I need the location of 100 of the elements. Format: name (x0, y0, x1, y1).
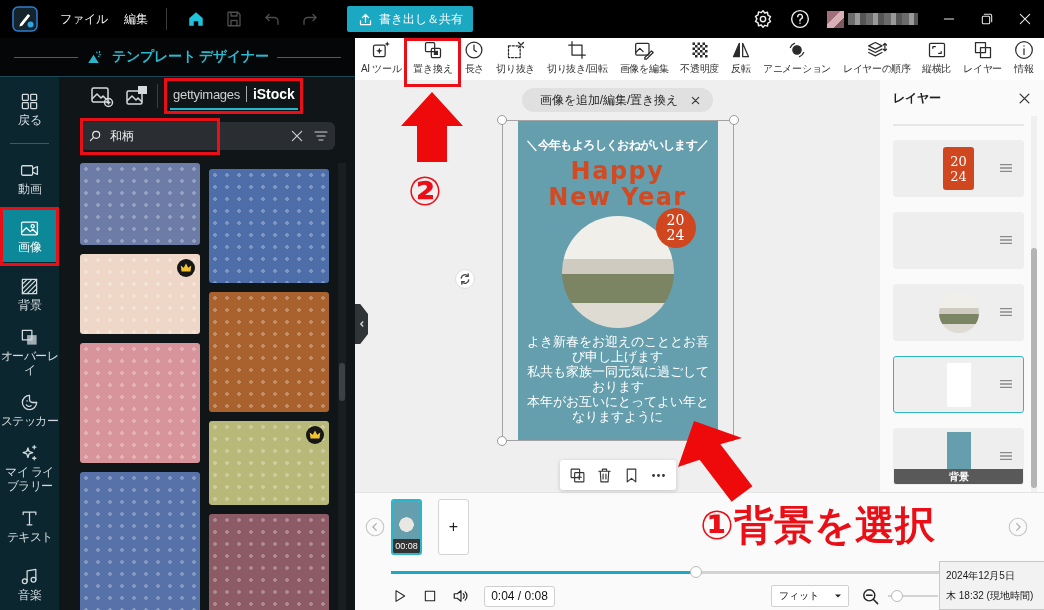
stop-icon[interactable] (422, 588, 438, 604)
clock-icon (464, 40, 485, 60)
tool-button[interactable]: 反転 (731, 38, 752, 80)
tool-button[interactable]: アニメーション (763, 38, 831, 80)
scrollbar-thumb[interactable] (339, 363, 345, 401)
slider-thumb[interactable] (690, 566, 702, 578)
nav-item[interactable]: マイ ライブラリー (0, 442, 59, 494)
card-preview (393, 501, 420, 539)
clip-duration: 00:08 (393, 539, 420, 553)
restore-icon[interactable] (979, 11, 995, 27)
tool-button[interactable]: 長さ (464, 38, 485, 80)
sticker-icon (20, 392, 39, 412)
greeting-text: ＼今年もよろしくおねがいします／ (526, 138, 709, 153)
scrollbar-thumb[interactable] (1031, 248, 1037, 488)
search-input[interactable]: 和柄 (102, 125, 281, 147)
overlap-squares-icon (972, 40, 993, 60)
search-field[interactable]: 和柄 (80, 122, 335, 150)
settings-icon[interactable] (753, 9, 773, 29)
flip-icon (731, 40, 752, 60)
menu-item[interactable]: ファイル (60, 10, 108, 28)
resize-handle[interactable] (496, 115, 507, 125)
blurred-avatar[interactable] (827, 10, 844, 28)
tool-button[interactable]: 切り抜き/回転 (547, 38, 608, 80)
close-icon[interactable] (1017, 11, 1033, 27)
hatched-square-icon (20, 276, 39, 296)
sparkle-icon (20, 443, 39, 463)
overlapping-squares-icon (422, 40, 443, 60)
trash-icon[interactable] (595, 466, 613, 484)
pattern-thumbnail[interactable] (80, 254, 200, 334)
highlight-frame (0, 207, 59, 266)
crop-icon (567, 40, 588, 60)
zoom-out-icon[interactable] (861, 586, 880, 606)
filter-icon[interactable] (313, 128, 329, 144)
nav-item[interactable]: テキスト (0, 500, 59, 552)
panel-title: レイヤー (893, 89, 941, 107)
tool-button[interactable]: レイヤーの順序 (843, 38, 911, 80)
crown-icon (306, 426, 324, 444)
image-badge-icon[interactable] (125, 84, 149, 108)
tool-button[interactable]: 置き換え (413, 38, 453, 80)
image-plus-icon[interactable] (90, 84, 114, 108)
collapse-handle[interactable] (355, 304, 368, 344)
app-logo-icon[interactable] (12, 6, 38, 32)
stock-source-tab[interactable]: gettyimages iStock (170, 80, 298, 110)
nav-item[interactable]: 背景 (0, 268, 59, 320)
callout-text: ①背景を選択 (700, 503, 935, 547)
resize-handle[interactable] (728, 115, 739, 125)
zoom-select[interactable]: フィット (771, 585, 849, 607)
tool-button[interactable]: 情報 (1014, 38, 1034, 80)
clear-icon[interactable] (289, 128, 305, 144)
nav-item[interactable]: 動画 (0, 152, 59, 204)
message-line: よき新春をお迎えのこととお喜び申し上げます (525, 334, 710, 364)
pattern-thumbnail[interactable] (80, 163, 200, 245)
year-badge-thumbnail: 20 24 (943, 147, 974, 190)
pattern-thumbnail[interactable] (80, 472, 200, 610)
year-badge: 20 24 (655, 208, 696, 248)
duplicate-icon[interactable] (568, 466, 586, 484)
volume-icon[interactable] (452, 587, 470, 605)
tool-button[interactable]: 画像を編集 (619, 38, 669, 80)
layer-item[interactable]: 背景 (893, 428, 1024, 485)
play-icon[interactable] (392, 588, 408, 604)
callout-arrow (401, 92, 463, 162)
help-icon[interactable] (790, 9, 810, 29)
info-icon (1014, 40, 1034, 60)
pattern-thumbnail[interactable] (209, 169, 329, 283)
chevron-left-icon[interactable] (365, 517, 385, 537)
time-display: 0:04 / 0:08 (484, 585, 555, 607)
pattern-thumbnail[interactable] (80, 343, 200, 463)
slider-thumb[interactable] (890, 590, 903, 602)
dashed-square-icon (505, 40, 526, 60)
nav-item[interactable]: 音楽 (0, 558, 59, 610)
nav-item[interactable]: オーバーレイ (0, 326, 59, 378)
home-icon[interactable] (187, 10, 205, 28)
menu-item[interactable]: 編集 (124, 10, 148, 28)
resize-handle[interactable] (496, 436, 507, 446)
nav-item[interactable]: 戻る (0, 83, 59, 135)
pattern-thumbnail[interactable] (209, 292, 329, 412)
pattern-thumbnail[interactable] (209, 514, 329, 610)
aspect-ratio-icon (926, 40, 947, 60)
message-line: 私共も家族一同元気に過ごしております (525, 364, 710, 394)
layer-item[interactable] (893, 356, 1024, 413)
nav-item[interactable]: ステッカー (0, 384, 59, 436)
highlight-frame (404, 38, 461, 87)
grid-icon (20, 91, 39, 111)
pattern-thumbnail[interactable] (209, 421, 329, 505)
tool-button[interactable]: AI ツール (361, 38, 402, 80)
sparkle-box-icon (371, 40, 392, 60)
tool-button[interactable]: 縦横比 (922, 38, 952, 80)
tool-button[interactable]: 不透明度 (680, 38, 720, 80)
add-clip-button[interactable]: + (438, 499, 469, 555)
tool-button[interactable]: レイヤー (963, 38, 1002, 80)
clip-thumbnail[interactable]: 00:08 (391, 499, 422, 555)
layer-item[interactable]: 20 24 (893, 140, 1024, 197)
callout-text: ② (408, 170, 442, 212)
tooltip-line: 木 18:32 (現地時間) (946, 589, 1035, 603)
close-icon[interactable] (690, 94, 702, 106)
rotate-icon[interactable] (455, 269, 475, 289)
overlay-squares-icon (20, 327, 39, 347)
search-icon (88, 129, 102, 143)
tool-button[interactable]: 切り抜き (496, 38, 536, 80)
chevron-right-icon[interactable] (1008, 517, 1028, 537)
